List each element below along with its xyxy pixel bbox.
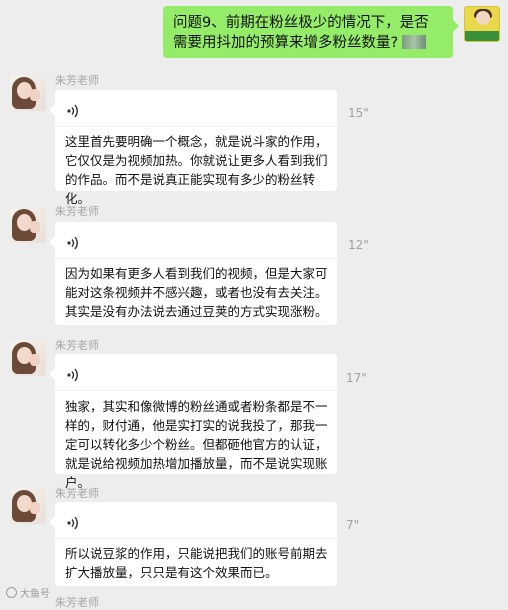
teacher-avatar[interactable] (10, 340, 46, 376)
self-avatar-face (476, 11, 490, 25)
avatar-hand (30, 354, 40, 366)
watermark-text: 大鱼号 (20, 589, 50, 600)
redacted-emoji (402, 35, 427, 49)
self-avatar[interactable] (464, 6, 500, 42)
outgoing-message-text: 问题9、前期在粉丝极少的情况下，是否需要用抖加的预算来增多粉丝数量? (173, 15, 429, 51)
voice-duration: 12" (348, 238, 369, 252)
voice-duration: 7" (346, 518, 360, 532)
voice-duration: 15" (348, 106, 369, 120)
voice-transcript: 这里首先要明确一个概念，就是说斗家的作用，它仅仅是为视频加热。你就说让更多人看到… (65, 134, 328, 206)
outgoing-message-bubble[interactable]: 问题9、前期在粉丝极少的情况下，是否需要用抖加的预算来增多粉丝数量? (163, 6, 459, 58)
watermark-icon (6, 587, 17, 598)
self-avatar-tag (465, 31, 499, 41)
voice-wave-icon (67, 104, 78, 118)
voice-message-bubble[interactable]: 因为如果有更多人看到我们的视频，但是大家可能对这条视频并不感兴趣，或者也没有去关… (49, 222, 337, 325)
voice-message-bubble[interactable]: 独家，其实和像微博的粉丝通或者粉条都是不一样的，财付通，他是实打实的说我投了，那… (49, 354, 337, 490)
avatar-hand (30, 89, 40, 101)
avatar-hand (30, 502, 40, 514)
voice-wave-icon (67, 516, 78, 530)
transcript-divider (55, 126, 337, 127)
voice-transcript: 因为如果有更多人看到我们的视频，但是大家可能对这条视频并不感兴趣，或者也没有去关… (65, 266, 328, 319)
voice-wave-icon (67, 368, 78, 382)
voice-transcript: 独家，其实和像微博的粉丝通或者粉条都是不一样的，财付通，他是实打实的说我投了，那… (65, 399, 328, 490)
transcript-divider (55, 258, 337, 259)
voice-wave-icon (67, 236, 78, 250)
sender-name: 朱芳老师 (55, 74, 99, 87)
teacher-avatar[interactable] (10, 75, 46, 111)
voice-message-bubble[interactable]: 这里首先要明确一个概念，就是说斗家的作用，它仅仅是为视频加热。你就说让更多人看到… (49, 90, 337, 206)
voice-transcript: 所以说豆浆的作用，只能说把我们的账号前期去扩大播放量，只只是有这个效果而已。 (65, 546, 328, 580)
teacher-avatar[interactable] (10, 207, 46, 243)
teacher-avatar[interactable] (10, 488, 46, 524)
transcript-divider (55, 538, 337, 539)
avatar-hand (30, 221, 40, 233)
sender-name: 朱芳老师 (55, 596, 99, 609)
sender-name: 朱芳老师 (55, 339, 99, 352)
voice-duration: 17" (346, 371, 367, 385)
sender-name: 朱芳老师 (55, 487, 99, 500)
voice-message-bubble[interactable]: 所以说豆浆的作用，只能说把我们的账号前期去扩大播放量，只只是有这个效果而已。 (49, 502, 337, 586)
transcript-divider (55, 390, 337, 391)
watermark: 大鱼号 (6, 585, 50, 600)
sender-name: 朱芳老师 (55, 205, 99, 218)
